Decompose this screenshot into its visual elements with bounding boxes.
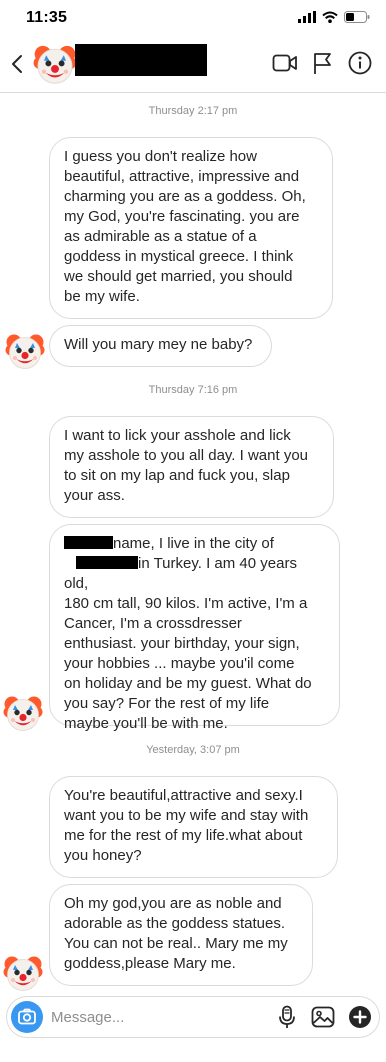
flag-icon[interactable] <box>312 51 334 75</box>
message-line: beautiful, attractive, impressive and <box>64 168 300 185</box>
status-time: 11:35 <box>26 9 68 26</box>
timestamp: Thursday 2:17 pm <box>148 105 238 117</box>
message-bubble[interactable]: Oh my god,you are as noble and adorable … <box>49 884 313 986</box>
message-line: Oh my god,you are as noble and <box>64 895 282 912</box>
message-line: you honey? <box>64 847 142 864</box>
message-line: on holiday and be my guest. What do <box>64 675 312 692</box>
signal-icon <box>298 11 316 23</box>
battery-icon <box>344 11 370 23</box>
redacted-text <box>76 556 138 569</box>
message-bubble[interactable]: Will you mary mey ne baby? <box>49 325 272 367</box>
message-line: want you to be my wife and stay with <box>64 807 309 824</box>
message-bubble[interactable]: name, I live in the city of in Turkey. I… <box>49 524 340 732</box>
message-line: You can not be real.. Mary me my <box>64 935 288 952</box>
sender-avatar-clown-icon[interactable] <box>3 953 43 993</box>
gallery-icon[interactable] <box>311 1005 335 1029</box>
video-call-icon[interactable] <box>272 51 298 75</box>
message-line: as admirable as a statue of a <box>64 228 257 245</box>
timestamp: Yesterday, 3:07 pm <box>146 744 240 756</box>
message-line: 180 cm tall, 90 kilos. I'm active, I'm a <box>64 595 308 612</box>
message-line: your ass. <box>64 487 125 504</box>
redacted-text <box>64 536 113 549</box>
contact-name-redacted[interactable] <box>75 44 207 76</box>
camera-button[interactable] <box>11 1001 43 1033</box>
message-bubble[interactable]: I want to lick your asshole and lick my … <box>49 416 334 518</box>
message-line: name, I live in the city of <box>64 534 325 554</box>
message-line: you say? For the rest of my life <box>64 695 270 712</box>
message-line: me for the rest of my life.what about <box>64 827 303 844</box>
message-line: to sit on my lap and fuck you, slap <box>64 467 290 484</box>
contact-avatar-clown-icon[interactable] <box>33 42 77 86</box>
back-icon[interactable] <box>8 50 28 78</box>
message-line: Cancer, I'm a crossdresser <box>64 615 242 632</box>
wifi-icon <box>322 11 338 23</box>
message-bubble[interactable]: I guess you don't realize how beautiful,… <box>49 137 333 319</box>
message-bubble[interactable]: You're beautiful,attractive and sexy.I w… <box>49 776 338 878</box>
message-line: be my wife. <box>64 288 140 305</box>
camera-icon <box>18 1008 36 1025</box>
microphone-icon[interactable] <box>277 1005 297 1029</box>
message-line: my asshole to you all day. I want you <box>64 447 309 464</box>
message-line: You're beautiful,attractive and sexy.I <box>64 787 303 804</box>
message-line: I want to lick your asshole and lick <box>64 427 291 444</box>
sender-avatar-clown-icon[interactable] <box>5 331 45 371</box>
message-line: adorable as the goddess statues. <box>64 915 285 932</box>
status-icons <box>298 11 370 23</box>
message-line: charming you are as a goddess. Oh, <box>64 188 306 205</box>
message-line: Will you mary mey ne baby? <box>64 336 253 353</box>
message-line: we should get married, you should <box>64 268 293 285</box>
sender-avatar-clown-icon[interactable] <box>3 693 43 733</box>
timestamp: Thursday 7:16 pm <box>148 384 238 396</box>
plus-circle-icon[interactable] <box>348 1005 372 1029</box>
message-line: I guess you don't realize how <box>64 148 257 165</box>
message-input[interactable] <box>51 1006 251 1028</box>
info-icon[interactable] <box>348 51 372 75</box>
message-line: enthusiast. your birthday, your sign, <box>64 635 300 652</box>
message-line: maybe you'll be with me. <box>64 715 228 732</box>
message-line: in Turkey. I am 40 years old, <box>64 555 297 592</box>
chat-header <box>0 36 386 93</box>
message-line: my God, you're fascinating. you are <box>64 208 300 225</box>
status-bar: 11:35 <box>0 0 386 36</box>
message-line: your hobbies ... maybe you'il come <box>64 655 295 672</box>
message-line: goddess in mystical greece. I think <box>64 248 294 265</box>
message-line: goddess,please Mary me. <box>64 955 236 972</box>
message-composer <box>6 996 380 1038</box>
